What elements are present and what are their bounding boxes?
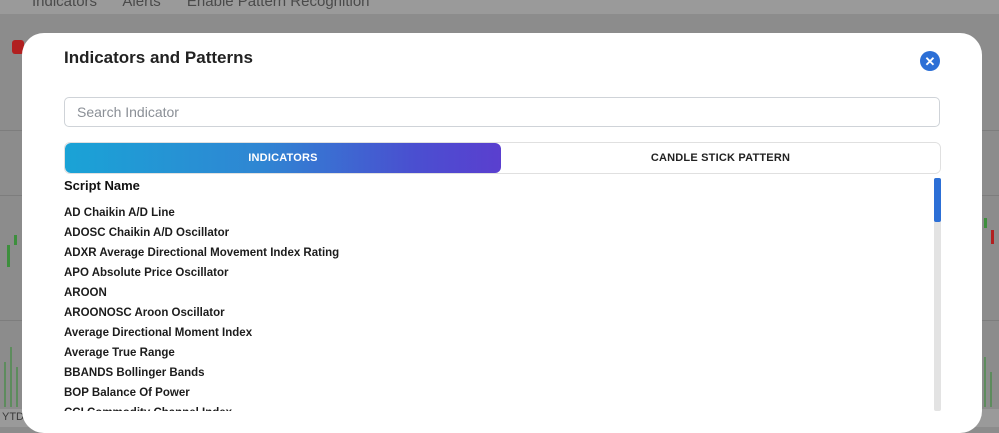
list-item[interactable]: ADXR Average Directional Movement Index … [64, 243, 934, 263]
close-icon[interactable]: ✕ [920, 51, 940, 71]
bg-pattern-label: Enable Pattern Recognition [186, 0, 370, 10]
bg-volume-bar [16, 367, 18, 407]
column-header-script-name: Script Name [64, 178, 140, 193]
search-input[interactable] [64, 97, 940, 127]
bg-candle [984, 218, 987, 228]
bg-footer-text: YTD [2, 411, 24, 423]
tab-indicators[interactable]: INDICATORS [65, 143, 501, 173]
indicator-list: AD Chaikin A/D Line ADOSC Chaikin A/D Os… [64, 203, 934, 411]
list-item[interactable]: AROON [64, 283, 934, 303]
bg-candle [14, 235, 17, 245]
bg-volume-bar [984, 357, 986, 407]
list-item[interactable]: CCI Commodity Channel Index [64, 403, 934, 411]
list-item[interactable]: Average True Range [64, 343, 934, 363]
list-scrollbar[interactable] [934, 178, 941, 411]
tab-candle-stick-pattern[interactable]: CANDLE STICK PATTERN [501, 143, 940, 173]
list-item[interactable]: APO Absolute Price Oscillator [64, 263, 934, 283]
background-toolbar: Indicators Alerts Enable Pattern Recogni… [0, 0, 999, 14]
bg-volume-bar [990, 372, 992, 407]
list-item[interactable]: BOP Balance Of Power [64, 383, 934, 403]
bg-indicators-label: Indicators [32, 0, 98, 10]
list-item[interactable]: AD Chaikin A/D Line [64, 203, 934, 223]
tab-bar: INDICATORS CANDLE STICK PATTERN [64, 142, 941, 174]
bg-volume-bar [10, 347, 12, 407]
indicators-modal: Indicators and Patterns ✕ INDICATORS CAN… [22, 33, 982, 433]
list-item[interactable]: AROONOSC Aroon Oscillator [64, 303, 934, 323]
list-item[interactable]: BBANDS Bollinger Bands [64, 363, 934, 383]
bg-alerts-label: Alerts [122, 0, 161, 10]
bg-volume-bar [4, 362, 6, 407]
bg-candle [991, 230, 994, 244]
modal-title: Indicators and Patterns [64, 48, 253, 67]
list-item[interactable]: Average Directional Moment Index [64, 323, 934, 343]
list-item[interactable]: ADOSC Chaikin A/D Oscillator [64, 223, 934, 243]
scrollbar-thumb[interactable] [934, 178, 941, 222]
bg-candle [7, 245, 10, 267]
